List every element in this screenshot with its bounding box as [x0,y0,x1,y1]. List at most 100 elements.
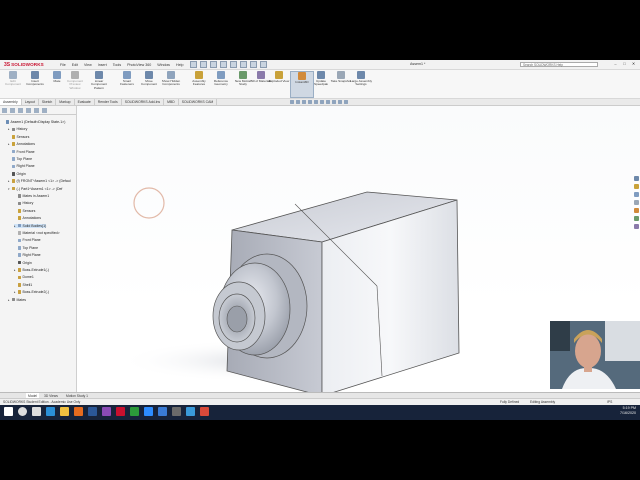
tree-node[interactable]: Annotations [14,216,41,220]
insert-components-button[interactable]: Insert Components [24,71,46,87]
previous-view-icon[interactable] [302,100,306,104]
component-preview-window-button[interactable]: Component Preview Window [64,71,86,90]
edit-component-button[interactable]: Edit Component [2,71,24,87]
assembly-features-button[interactable]: Assembly Features [188,71,210,87]
app-icon[interactable] [186,407,195,416]
apply-scene-icon[interactable] [338,100,342,104]
edge-icon[interactable] [46,407,55,416]
expand-arrow-icon[interactable]: ▸ [8,142,11,146]
tab-markup[interactable]: Markup [56,99,75,105]
tree-node[interactable]: Right Plane [14,253,41,257]
tree-node[interactable]: Sensors [14,209,35,213]
tab-solidworks-cam[interactable]: SOLIDWORKS CAM [179,99,218,105]
linear-component-pattern-button[interactable]: Linear Component Pattern [88,71,110,90]
save-icon[interactable] [210,61,217,68]
feature-tree-tab-icon[interactable] [2,107,7,113]
menu-edit[interactable]: Edit [72,63,78,67]
tree-node[interactable]: ▸ Annotations [8,142,35,146]
undo-icon[interactable] [230,61,237,68]
options-icon[interactable] [260,61,267,68]
tree-node[interactable]: Material <not specified> [14,231,60,235]
menu-tools[interactable]: Tools [113,63,121,67]
tab-solidworks-add-ins[interactable]: SOLIDWORKS Add-Ins [122,99,165,105]
tree-node[interactable]: History [14,201,33,205]
app-icon[interactable] [200,407,209,416]
open-icon[interactable] [200,61,207,68]
solidworks-icon[interactable] [116,407,125,416]
move-component-button[interactable]: Move Component [138,71,160,87]
firefox-icon[interactable] [74,407,83,416]
tree-node[interactable]: Front Plane [8,150,35,154]
select-icon[interactable] [240,61,247,68]
configuration-manager-tab-icon[interactable] [18,107,23,113]
maximize-icon[interactable]: □ [620,61,629,66]
cam-tab-icon[interactable] [42,107,47,113]
show-hidden-components-button[interactable]: Show Hidden Components [160,71,182,87]
new-icon[interactable] [190,61,197,68]
view-settings-icon[interactable] [344,100,348,104]
camtasia-icon[interactable] [130,407,139,416]
system-clock[interactable]: 5:19 PM 7/16/2020 [620,406,636,416]
exploded-view-button[interactable]: Exploded View [268,71,290,83]
zoom-to-fit-icon[interactable] [290,100,294,104]
edit-appearance-icon[interactable] [332,100,336,104]
tab-mbd[interactable]: MBD [164,99,179,105]
app-icon[interactable] [158,407,167,416]
smart-fasteners-button[interactable]: Smart Fasteners [116,71,138,87]
appearances-icon[interactable] [634,208,639,213]
expand-arrow-icon[interactable]: ▸ [8,179,11,183]
dimxpert-tab-icon[interactable] [26,107,31,113]
tab-layout[interactable]: Layout [22,99,39,105]
expand-arrow-icon[interactable]: ▸ [14,290,17,294]
word-icon[interactable] [88,407,97,416]
reference-geometry-button[interactable]: Reference Geometry [210,71,232,87]
file-explorer-icon[interactable] [634,192,639,197]
tree-node[interactable]: Front Plane [14,238,41,242]
take-snapshot-button[interactable]: Take Snapshot [330,71,352,83]
tree-node[interactable]: ▸ Solid Bodies(1) [14,223,47,228]
menu-file[interactable]: File [60,63,66,67]
task-view-icon[interactable] [32,407,41,416]
lens-hole[interactable] [226,305,248,333]
hide-show-icon[interactable] [326,100,330,104]
tree-node[interactable]: Origin [8,172,26,176]
solidworks-logo[interactable]: 3S SOLIDWORKS [4,61,44,68]
graphics-area[interactable] [77,106,640,397]
tree-node[interactable]: Sensors [8,135,29,139]
display-style-icon[interactable] [320,100,324,104]
zoom-icon[interactable] [144,407,153,416]
tree-node[interactable]: ▸ Mates [8,298,26,302]
tree-node[interactable]: ▾ (-) Part1^Assem1 <1> -> (Def [8,187,62,191]
lens-boss[interactable] [212,253,308,359]
search-input[interactable]: Search SOLIDWORKS Help [520,61,598,67]
search-icon[interactable] [18,407,27,416]
file-explorer-icon[interactable] [60,407,69,416]
tree-node[interactable]: Shell1 [14,283,32,287]
tab-sketch[interactable]: Sketch [39,99,57,105]
display-manager-tab-icon[interactable] [34,107,39,113]
tree-node[interactable]: Top Plane [14,246,38,250]
windows-icon[interactable] [4,407,13,416]
tab-render-tools[interactable]: Render Tools [95,99,122,105]
tree-node[interactable]: ▸ (f) FRONT^Assem1 <1> -> (Defaul [8,179,71,183]
close-icon[interactable]: ✕ [629,61,638,66]
menu-insert[interactable]: Insert [98,63,107,67]
menu-photoview-360[interactable]: PhotoView 360 [127,63,151,67]
tree-node[interactable]: Dome1 [14,275,34,279]
rebuild-icon[interactable] [250,61,257,68]
menu-view[interactable]: View [84,63,92,67]
app-icon[interactable] [102,407,111,416]
expand-arrow-icon[interactable]: ▸ [8,127,11,131]
app-icon[interactable] [172,407,181,416]
tree-node[interactable]: Top Plane [8,157,32,161]
large-assembly-settings-button[interactable]: Large Assembly Settings [350,71,372,87]
expand-arrow-icon[interactable]: ▸ [8,298,11,302]
print-icon[interactable] [220,61,227,68]
expand-arrow-icon[interactable]: ▾ [8,187,11,191]
design-library-icon[interactable] [634,184,639,189]
tree-node[interactable]: Mates in Assem1 [14,194,49,198]
minimize-icon[interactable]: – [611,61,620,66]
tab-assembly[interactable]: Assembly [0,99,22,105]
tree-node[interactable]: Right Plane [8,164,35,168]
expand-arrow-icon[interactable]: ▸ [14,268,17,272]
